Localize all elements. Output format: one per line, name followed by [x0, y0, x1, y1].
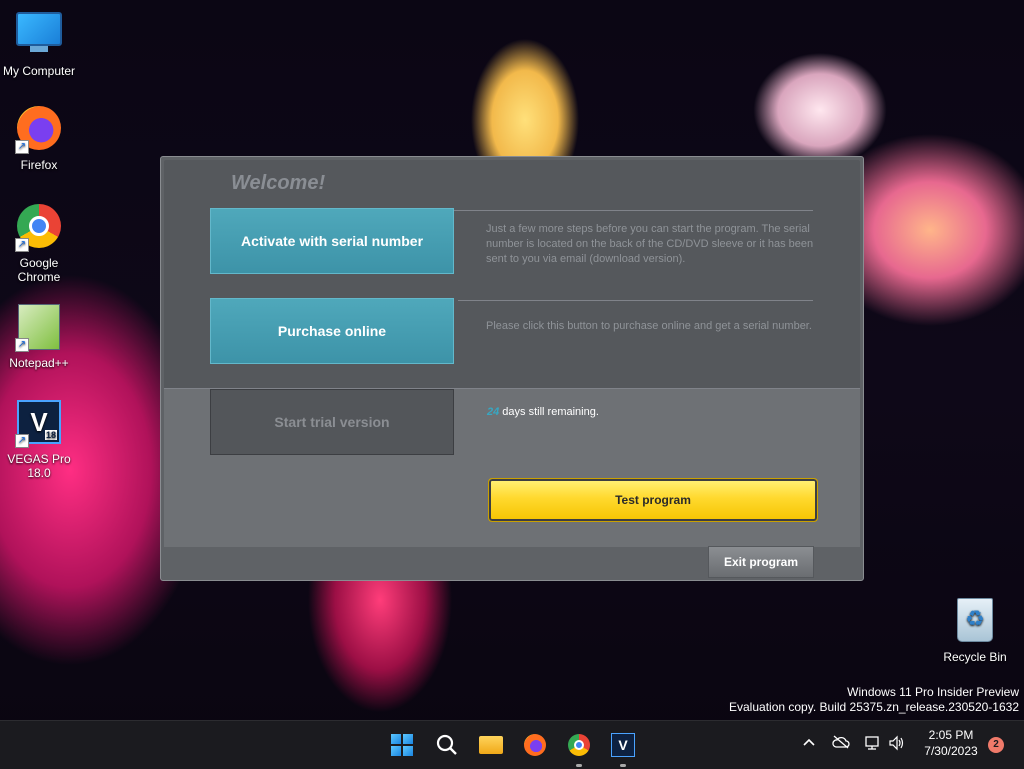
- dialog-body: Welcome! Activate with serial number Jus…: [164, 160, 860, 547]
- shortcut-arrow-icon: ↗: [15, 238, 29, 252]
- start-trial-button[interactable]: Start trial version: [210, 389, 454, 455]
- taskbar-clock[interactable]: 2:05 PM 7/30/2023: [918, 727, 984, 759]
- desktop-icon-firefox[interactable]: ↗ Firefox: [0, 104, 78, 172]
- firefox-icon: ↗: [15, 106, 63, 154]
- desktop-icon-vegas[interactable]: V 18 ↗ VEGAS Pro 18.0: [0, 398, 78, 480]
- trial-days-count: 24: [487, 406, 500, 418]
- welcome-dialog: Welcome! Activate with serial number Jus…: [160, 156, 864, 581]
- start-icon[interactable]: [386, 729, 418, 761]
- dialog-title: Welcome!: [231, 172, 326, 194]
- cloud-off-icon[interactable]: [832, 735, 850, 752]
- monitor-icon: [15, 12, 63, 60]
- chrome-icon[interactable]: [563, 729, 595, 767]
- clock-time: 2:05 PM: [928, 728, 974, 742]
- file-explorer-icon[interactable]: [475, 729, 507, 761]
- test-program-button[interactable]: Test program: [488, 478, 818, 522]
- watermark-line1: Windows 11 Pro Insider Preview: [847, 685, 1019, 699]
- purchase-online-button[interactable]: Purchase online: [210, 298, 454, 364]
- desktop-icon-label: My Computer: [2, 64, 76, 78]
- trial-status: 24 days still remaining.: [487, 406, 599, 418]
- clock-date: 7/30/2023: [924, 744, 978, 758]
- desktop-icon-label: VEGAS Pro 18.0: [7, 452, 71, 480]
- vegas-icon: V 18 ↗: [15, 400, 63, 448]
- desktop-icon-label: Google Chrome: [17, 256, 61, 284]
- chevron-up-icon[interactable]: [802, 735, 816, 752]
- firefox-icon[interactable]: [519, 729, 551, 761]
- desktop-icon-chrome[interactable]: ↗ Google Chrome: [0, 202, 78, 284]
- chrome-icon: ↗: [15, 204, 63, 252]
- shortcut-arrow-icon: ↗: [15, 140, 29, 154]
- search-icon[interactable]: [431, 729, 463, 761]
- notification-badge[interactable]: 2: [988, 737, 1004, 753]
- network-icon[interactable]: [864, 735, 882, 754]
- shortcut-arrow-icon: ↗: [15, 434, 29, 448]
- purchase-description: Please click this button to purchase onl…: [486, 320, 812, 332]
- activate-serial-button[interactable]: Activate with serial number: [210, 208, 454, 274]
- volume-icon[interactable]: [888, 735, 906, 754]
- desktop-icon-label: Firefox: [20, 158, 58, 172]
- vegas-icon[interactable]: V: [607, 729, 639, 767]
- desktop-icon-notepadpp[interactable]: ↗ Notepad++: [0, 302, 78, 370]
- recycle-bin-icon: ♻: [951, 598, 999, 646]
- desktop-icon-label: Recycle Bin: [943, 650, 1007, 664]
- vegas-letter: V: [611, 733, 635, 757]
- desktop-icon-recycle-bin[interactable]: ♻ Recycle Bin: [936, 596, 1014, 664]
- shortcut-arrow-icon: ↗: [15, 338, 29, 352]
- trial-days-text: days still remaining.: [499, 406, 599, 418]
- exit-program-button[interactable]: Exit program: [708, 546, 814, 578]
- divider: [458, 300, 813, 301]
- watermark-line2: Evaluation copy. Build 25375.zn_release.…: [729, 700, 1019, 714]
- taskbar: V 2:05 PM 7/30/2023 2: [0, 720, 1024, 769]
- desktop-icon-my-computer[interactable]: My Computer: [0, 8, 78, 78]
- windows-watermark: Windows 11 Pro Insider Preview Evaluatio…: [729, 685, 1019, 715]
- vegas-version-badge: 18: [44, 430, 57, 440]
- notepadpp-icon: ↗: [15, 304, 63, 352]
- activate-description: Just a few more steps before you can sta…: [486, 223, 814, 265]
- desktop-icon-label: Notepad++: [9, 356, 69, 370]
